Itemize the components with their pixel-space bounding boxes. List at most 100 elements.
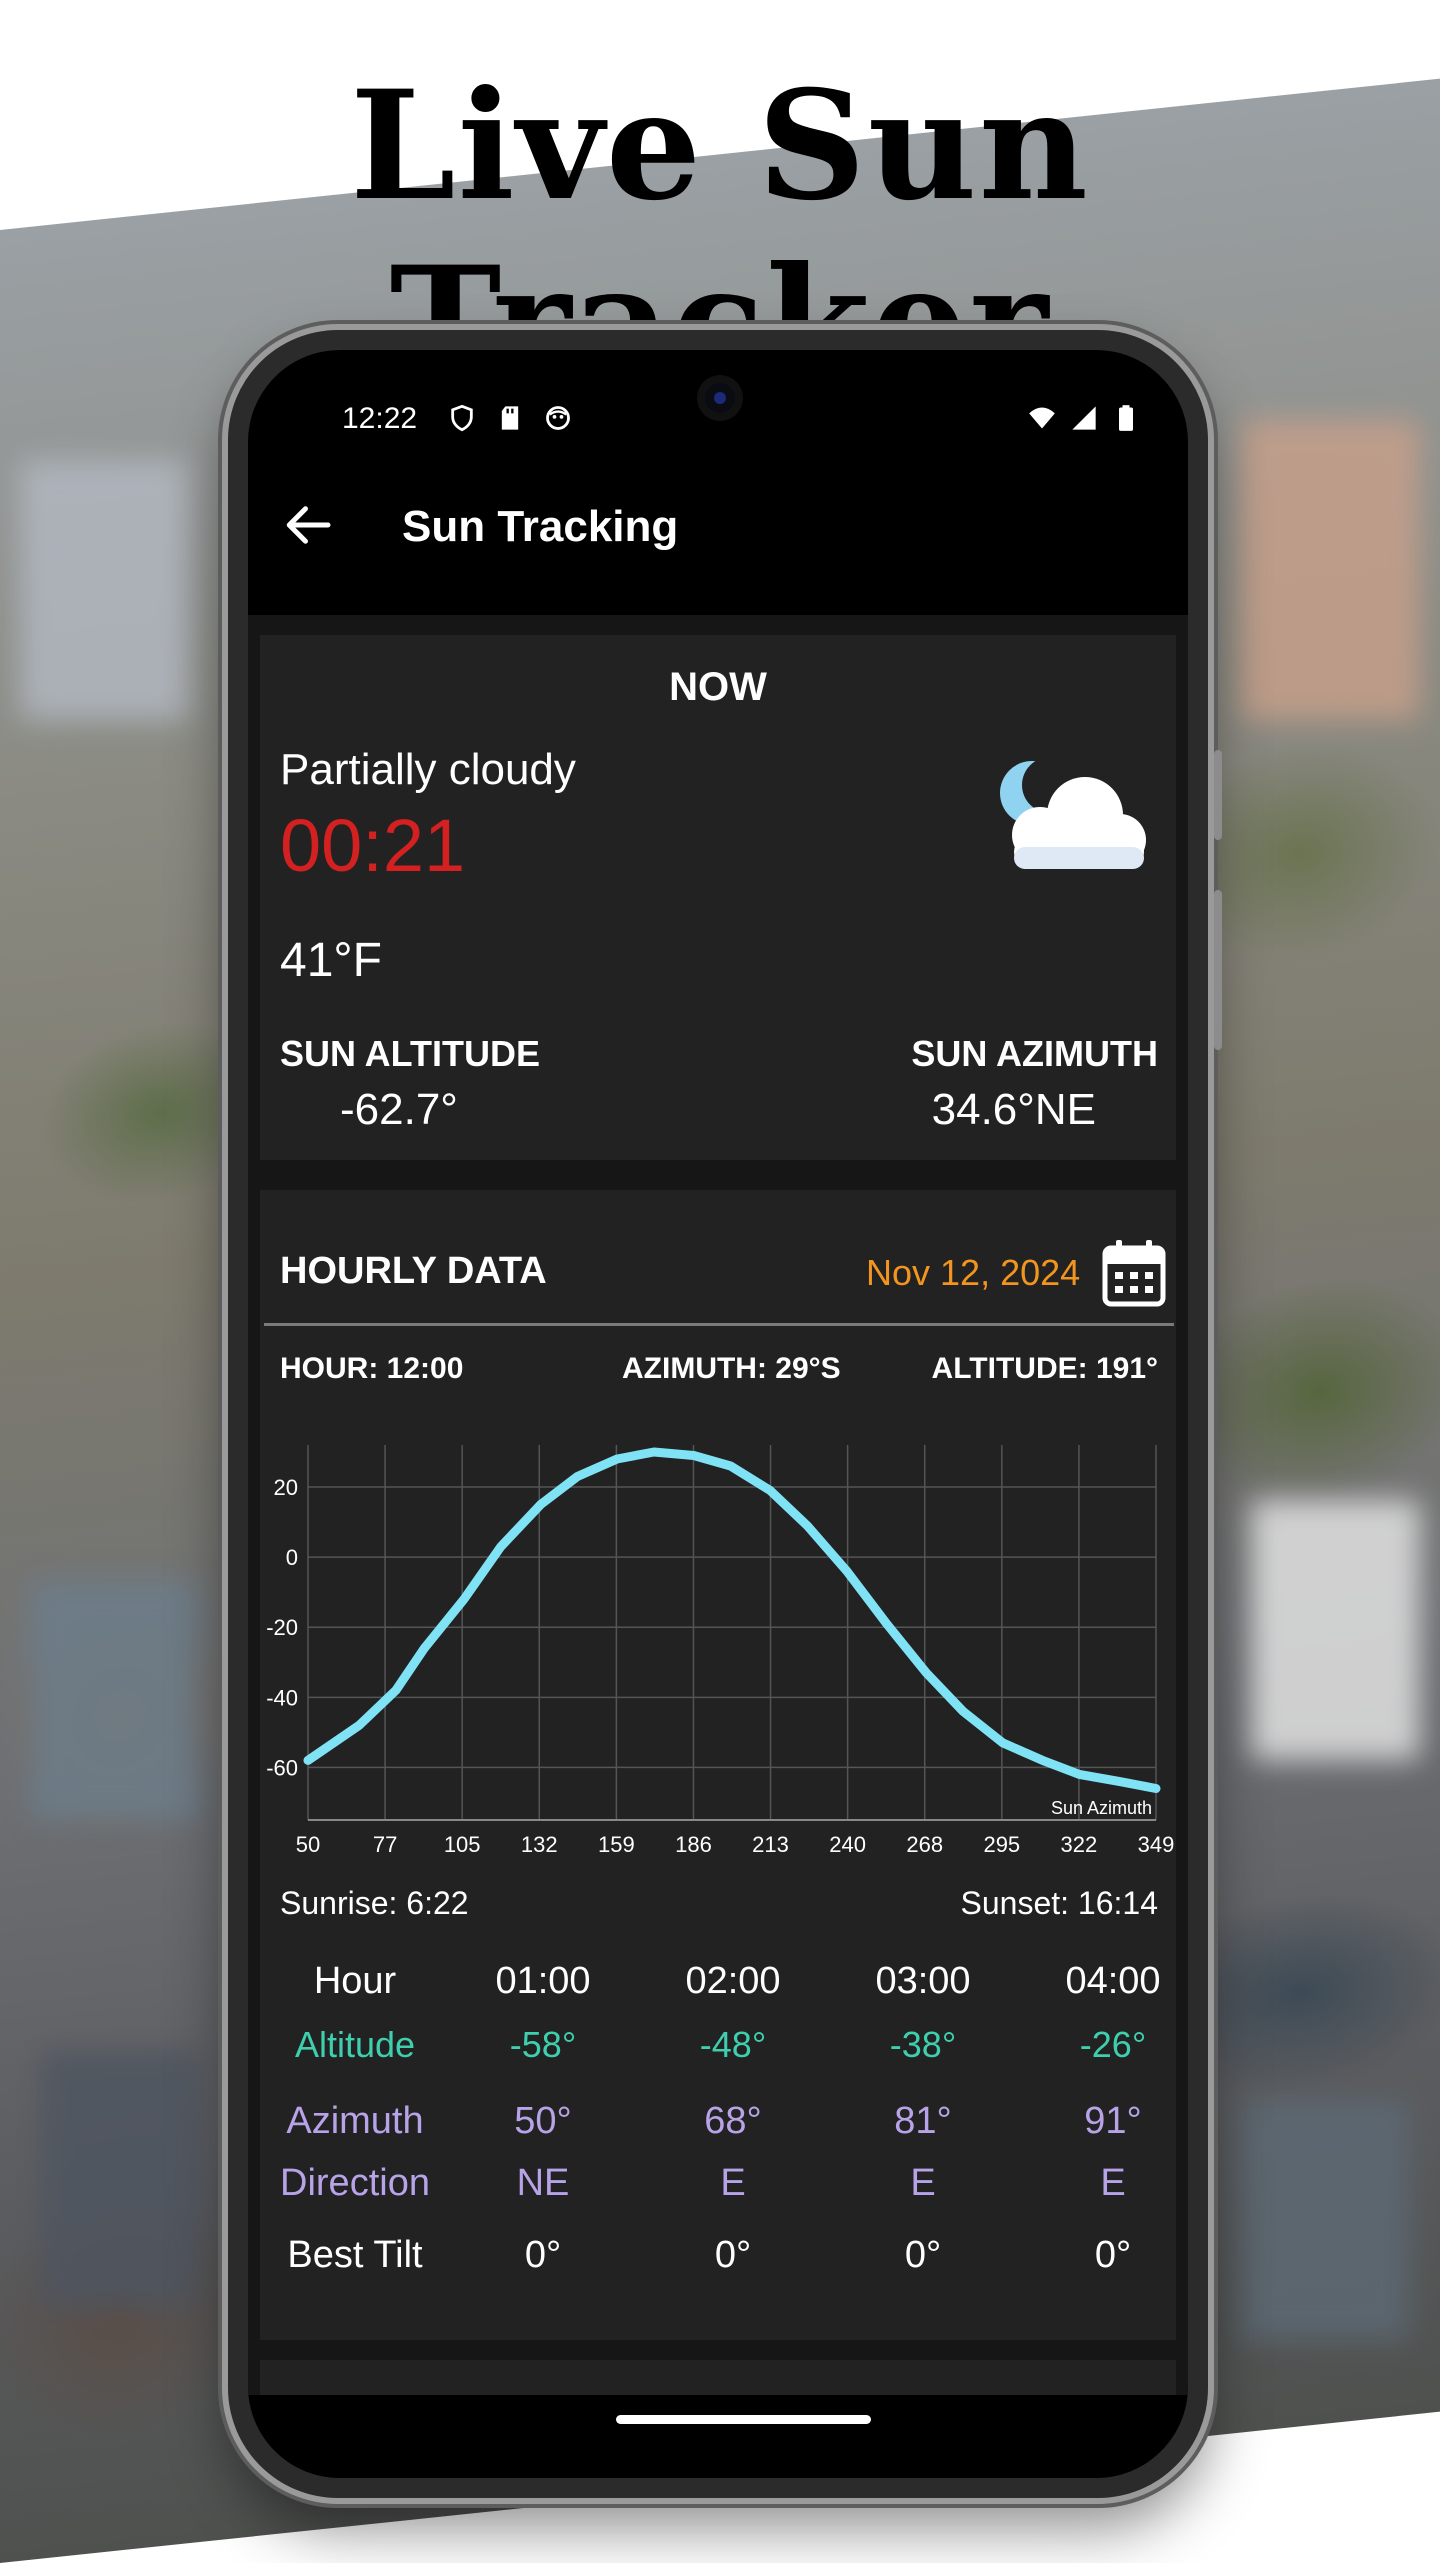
shield-icon bbox=[451, 404, 473, 432]
now-title: NOW bbox=[669, 665, 767, 709]
sun-altitude-label: SUN ALTITUDE bbox=[280, 1033, 540, 1074]
weather-condition: Partially cloudy bbox=[280, 745, 576, 794]
data-point bbox=[1041, 1759, 1044, 1762]
data-point bbox=[423, 1647, 426, 1650]
x-tick-label: 349 bbox=[1138, 1832, 1175, 1857]
data-point bbox=[462, 1598, 465, 1601]
hourly-card: HOURLY DATA Nov 12, 2024 HOUR: 12:00 AZI… bbox=[260, 1190, 1176, 2340]
table-row-hour: Hour 01:00 02:00 03:00 04:00 bbox=[260, 1960, 1176, 2020]
data-point bbox=[845, 1570, 848, 1573]
sun-path-chart[interactable]: 20 0 -20 -40 -60 50 77 105 132 159 186 213 240 268 295… bbox=[260, 1430, 1176, 1870]
home-indicator[interactable] bbox=[616, 2415, 871, 2424]
data-point bbox=[1155, 1787, 1157, 1790]
table-cell: 68° bbox=[704, 2100, 762, 2142]
phone-screen: 12:22 Sun Tracking NOW Partially cloudy … bbox=[248, 350, 1188, 2478]
table-cell: E bbox=[1100, 2162, 1126, 2204]
x-tick-label: 295 bbox=[983, 1832, 1020, 1857]
wifi-icon bbox=[1029, 407, 1055, 429]
table-row-azimuth: Azimuth 50° 68° 81° 91° bbox=[260, 2100, 1176, 2160]
table-cell: -58° bbox=[509, 2024, 577, 2065]
data-point bbox=[499, 1545, 502, 1548]
table-cell: 0° bbox=[714, 2234, 752, 2276]
data-point bbox=[616, 1458, 619, 1461]
data-point bbox=[806, 1524, 809, 1527]
selected-hour: HOUR: 12:00 bbox=[280, 1352, 464, 1385]
date-selector[interactable]: Nov 12, 2024 bbox=[866, 1252, 1080, 1294]
background-building bbox=[1240, 2100, 1410, 2340]
y-tick-label: -40 bbox=[266, 1685, 298, 1710]
data-point bbox=[769, 1489, 772, 1492]
table-cell: 01:00 bbox=[495, 1960, 591, 2002]
y-tick-label: -60 bbox=[266, 1755, 298, 1780]
background-building bbox=[20, 460, 190, 720]
table-cell: 02:00 bbox=[685, 1960, 781, 2002]
divider bbox=[264, 1323, 1174, 1326]
current-time: 00:21 bbox=[280, 804, 466, 887]
table-cell: Hour bbox=[313, 1960, 397, 2002]
chart-legend-label: Sun Azimuth bbox=[1051, 1798, 1152, 1818]
table-cell: 0° bbox=[904, 2234, 942, 2276]
x-tick-label: 132 bbox=[521, 1832, 558, 1857]
table-row-best-tilt: Best Tilt 0° 0° 0° 0° bbox=[260, 2234, 1176, 2294]
table-cell: 50° bbox=[514, 2100, 572, 2142]
content-area[interactable]: NOW Partially cloudy 00:21 41°F SUN ALTI… bbox=[248, 615, 1188, 2465]
status-bar: 12:22 bbox=[248, 390, 1188, 450]
background-building bbox=[30, 1580, 200, 1820]
y-tick-label: -20 bbox=[266, 1615, 298, 1640]
data-point bbox=[925, 1671, 928, 1674]
moon-cloud-icon bbox=[1000, 757, 1146, 869]
table-cell: -48° bbox=[699, 2024, 767, 2065]
y-tick-label: 0 bbox=[286, 1545, 298, 1570]
calendar-icon[interactable] bbox=[1102, 1238, 1166, 1308]
app-title: Sun Tracking bbox=[402, 502, 679, 551]
table-cell: 04:00 bbox=[1065, 1960, 1161, 2002]
table-cell: Azimuth bbox=[286, 2100, 424, 2142]
sd-card-icon bbox=[501, 406, 519, 430]
data-point bbox=[394, 1689, 397, 1692]
table-cell: -26° bbox=[1079, 2024, 1147, 2065]
x-tick-label: 186 bbox=[675, 1832, 712, 1857]
power-button bbox=[1214, 890, 1222, 1050]
x-tick-label: 213 bbox=[752, 1832, 789, 1857]
data-point bbox=[653, 1451, 656, 1454]
table-cell: Direction bbox=[280, 2162, 430, 2204]
app-bar: Sun Tracking bbox=[248, 460, 1188, 610]
sunrise-time: Sunrise: 6:22 bbox=[280, 1885, 469, 1921]
data-point bbox=[576, 1475, 579, 1478]
table-cell: 81° bbox=[894, 2100, 952, 2142]
back-arrow-icon[interactable] bbox=[278, 495, 338, 555]
table-cell: 0° bbox=[524, 2234, 562, 2276]
sun-azimuth-label: SUN AZIMUTH bbox=[911, 1033, 1158, 1074]
x-tick-label: 105 bbox=[444, 1832, 481, 1857]
selected-altitude: ALTITUDE: 191° bbox=[931, 1352, 1158, 1385]
status-time: 12:22 bbox=[342, 402, 418, 435]
table-cell: NE bbox=[516, 2162, 570, 2204]
selected-azimuth: AZIMUTH: 29°S bbox=[622, 1352, 841, 1385]
table-cell: Altitude bbox=[294, 2024, 416, 2065]
data-point bbox=[729, 1465, 732, 1468]
temperature: 41°F bbox=[280, 934, 382, 987]
x-tick-label: 77 bbox=[373, 1832, 397, 1857]
data-point bbox=[358, 1724, 361, 1727]
data-point bbox=[1001, 1741, 1004, 1744]
table-cell: 91° bbox=[1084, 2100, 1142, 2142]
background-building bbox=[1240, 420, 1420, 720]
x-tick-label: 50 bbox=[296, 1832, 320, 1857]
data-point bbox=[1118, 1780, 1121, 1783]
sun-altitude-value: -62.7° bbox=[340, 1085, 458, 1134]
table-cell: 0° bbox=[1094, 2234, 1132, 2276]
face-icon bbox=[546, 406, 570, 430]
table-cell: E bbox=[910, 2162, 936, 2204]
y-tick-label: 20 bbox=[274, 1475, 298, 1500]
table-cell: Best Tilt bbox=[287, 2234, 423, 2276]
selected-hour-info: HOUR: 12:00 AZIMUTH: 29°S ALTITUDE: 191° bbox=[260, 1352, 1176, 1392]
volume-button bbox=[1214, 750, 1222, 840]
x-tick-label: 268 bbox=[906, 1832, 943, 1857]
series-line bbox=[303, 1447, 1161, 1793]
navigation-bar bbox=[248, 2395, 1188, 2478]
sunset-time: Sunset: 16:14 bbox=[960, 1885, 1158, 1921]
data-point bbox=[962, 1710, 965, 1713]
data-point bbox=[539, 1503, 542, 1506]
table-row-altitude: Altitude -58° -48° -38° -26° bbox=[260, 2024, 1176, 2084]
now-card: NOW Partially cloudy 00:21 41°F SUN ALTI… bbox=[260, 635, 1176, 1160]
